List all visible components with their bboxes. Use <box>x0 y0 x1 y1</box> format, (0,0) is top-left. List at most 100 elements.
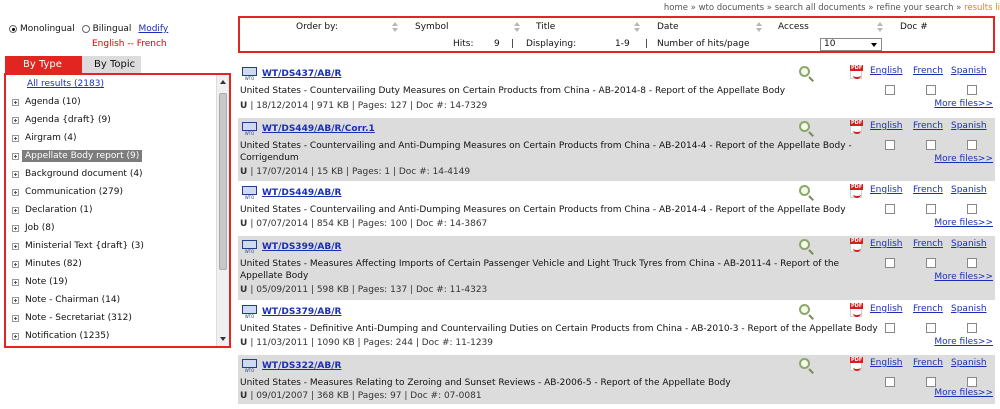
result-symbol-link[interactable]: WT/DS322/AB/R <box>262 361 341 371</box>
sort-arrows-icon[interactable] <box>876 22 885 33</box>
search-icon[interactable] <box>799 66 810 77</box>
spanish-link[interactable]: Spanish <box>951 185 987 195</box>
expand-icon[interactable] <box>12 170 19 178</box>
more-files-link[interactable]: More files>> <box>934 99 993 109</box>
more-files-link[interactable]: More files>> <box>934 218 993 228</box>
pdf-icon[interactable]: PDF <box>850 357 864 371</box>
english-link[interactable]: English <box>870 185 903 195</box>
type-item[interactable]: Note - Secretariat (312) <box>6 309 214 327</box>
spanish-checkbox[interactable] <box>967 85 977 95</box>
search-icon[interactable] <box>799 239 810 250</box>
pdf-icon[interactable]: PDF <box>850 303 864 317</box>
search-icon[interactable] <box>799 358 810 369</box>
result-symbol-link[interactable]: WT/DS449/AB/R/Corr.1 <box>262 124 375 134</box>
french-link[interactable]: French <box>913 304 943 314</box>
type-item[interactable]: Agenda {draft} (9) <box>6 111 214 129</box>
sort-symbol[interactable]: Symbol <box>415 22 449 32</box>
type-item[interactable]: Minutes (82) <box>6 255 214 273</box>
pdf-icon[interactable]: PDF <box>850 65 864 79</box>
result-symbol-link[interactable]: WT/DS379/AB/R <box>262 307 341 317</box>
breadcrumb-search-all[interactable]: search all documents <box>775 3 866 13</box>
type-list-scrollbar[interactable] <box>216 75 229 346</box>
english-link[interactable]: English <box>870 358 903 368</box>
expand-icon[interactable] <box>12 224 19 232</box>
pdf-icon[interactable]: PDF <box>850 184 864 198</box>
type-item[interactable]: Agenda (10) <box>6 93 214 111</box>
more-files-link[interactable]: More files>> <box>934 388 993 398</box>
spanish-checkbox[interactable] <box>967 258 977 268</box>
tab-by-topic[interactable]: By Topic <box>82 56 141 73</box>
expand-icon[interactable] <box>12 134 19 142</box>
breadcrumb-home[interactable]: home <box>664 3 688 13</box>
search-icon[interactable] <box>799 304 810 315</box>
spanish-checkbox[interactable] <box>967 323 977 333</box>
scroll-up-icon[interactable] <box>220 80 226 84</box>
more-files-link[interactable]: More files>> <box>934 272 993 282</box>
french-checkbox[interactable] <box>926 258 936 268</box>
spanish-checkbox[interactable] <box>967 377 977 387</box>
search-icon[interactable] <box>799 121 810 132</box>
french-checkbox[interactable] <box>926 377 936 387</box>
french-link[interactable]: French <box>913 358 943 368</box>
type-item[interactable]: Declaration (1) <box>6 201 214 219</box>
sort-arrows-icon[interactable] <box>755 22 764 33</box>
type-item-selected[interactable]: Appellate Body report (9) <box>6 147 214 165</box>
english-checkbox[interactable] <box>885 204 895 214</box>
type-item-label[interactable]: All results (2183) <box>27 79 104 89</box>
scroll-thumb[interactable] <box>219 93 227 270</box>
tab-by-type[interactable]: By Type <box>5 56 82 73</box>
sort-doc-number[interactable]: Doc # <box>900 22 928 32</box>
expand-icon[interactable] <box>12 116 19 124</box>
more-files-link[interactable]: More files>> <box>934 337 993 347</box>
expand-icon[interactable] <box>12 314 19 322</box>
pdf-icon[interactable]: PDF <box>850 120 864 134</box>
type-item[interactable]: Job (8) <box>6 219 214 237</box>
result-symbol-link[interactable]: WT/DS449/AB/R <box>262 188 341 198</box>
type-item[interactable]: Communication (279) <box>6 183 214 201</box>
type-item[interactable]: Ministerial Text {draft} (3) <box>6 237 214 255</box>
french-checkbox[interactable] <box>926 85 936 95</box>
french-checkbox[interactable] <box>926 204 936 214</box>
french-link[interactable]: French <box>913 66 943 76</box>
french-checkbox[interactable] <box>926 323 936 333</box>
french-checkbox[interactable] <box>926 140 936 150</box>
sort-arrows-icon[interactable] <box>633 22 642 33</box>
result-symbol-link[interactable]: WT/DS399/AB/R <box>262 242 341 252</box>
spanish-link[interactable]: Spanish <box>951 358 987 368</box>
english-link[interactable]: English <box>870 121 903 131</box>
english-checkbox[interactable] <box>885 377 895 387</box>
english-checkbox[interactable] <box>885 323 895 333</box>
modify-link[interactable]: Modify <box>138 24 168 34</box>
spanish-link[interactable]: Spanish <box>951 66 987 76</box>
sort-arrows-icon[interactable] <box>391 22 400 33</box>
type-item[interactable]: Note - Chairman (14) <box>6 291 214 309</box>
type-item[interactable]: Airgram (4) <box>6 129 214 147</box>
expand-icon[interactable] <box>12 242 19 250</box>
sort-title[interactable]: Title <box>536 22 555 32</box>
spanish-link[interactable]: Spanish <box>951 121 987 131</box>
result-symbol-link[interactable]: WT/DS437/AB/R <box>262 69 341 79</box>
english-link[interactable]: English <box>870 239 903 249</box>
type-item[interactable]: Notification (1235) <box>6 327 214 345</box>
spanish-link[interactable]: Spanish <box>951 304 987 314</box>
english-checkbox[interactable] <box>885 85 895 95</box>
expand-icon[interactable] <box>12 278 19 286</box>
sort-arrows-icon[interactable] <box>513 22 522 33</box>
english-link[interactable]: English <box>870 66 903 76</box>
expand-icon[interactable] <box>12 296 19 304</box>
french-link[interactable]: French <box>913 185 943 195</box>
french-link[interactable]: French <box>913 121 943 131</box>
type-item-all[interactable]: All results (2183) <box>6 75 214 93</box>
scroll-down-icon[interactable] <box>220 337 226 341</box>
spanish-link[interactable]: Spanish <box>951 239 987 249</box>
expand-icon[interactable] <box>12 152 19 160</box>
sort-access[interactable]: Access <box>778 22 809 32</box>
expand-icon[interactable] <box>12 260 19 268</box>
type-item[interactable]: Background document (4) <box>6 165 214 183</box>
english-link[interactable]: English <box>870 304 903 314</box>
breadcrumb-refine[interactable]: refine your search <box>876 3 953 13</box>
english-checkbox[interactable] <box>885 258 895 268</box>
english-checkbox[interactable] <box>885 140 895 150</box>
monolingual-radio[interactable] <box>9 25 17 33</box>
bilingual-radio[interactable] <box>81 25 90 33</box>
